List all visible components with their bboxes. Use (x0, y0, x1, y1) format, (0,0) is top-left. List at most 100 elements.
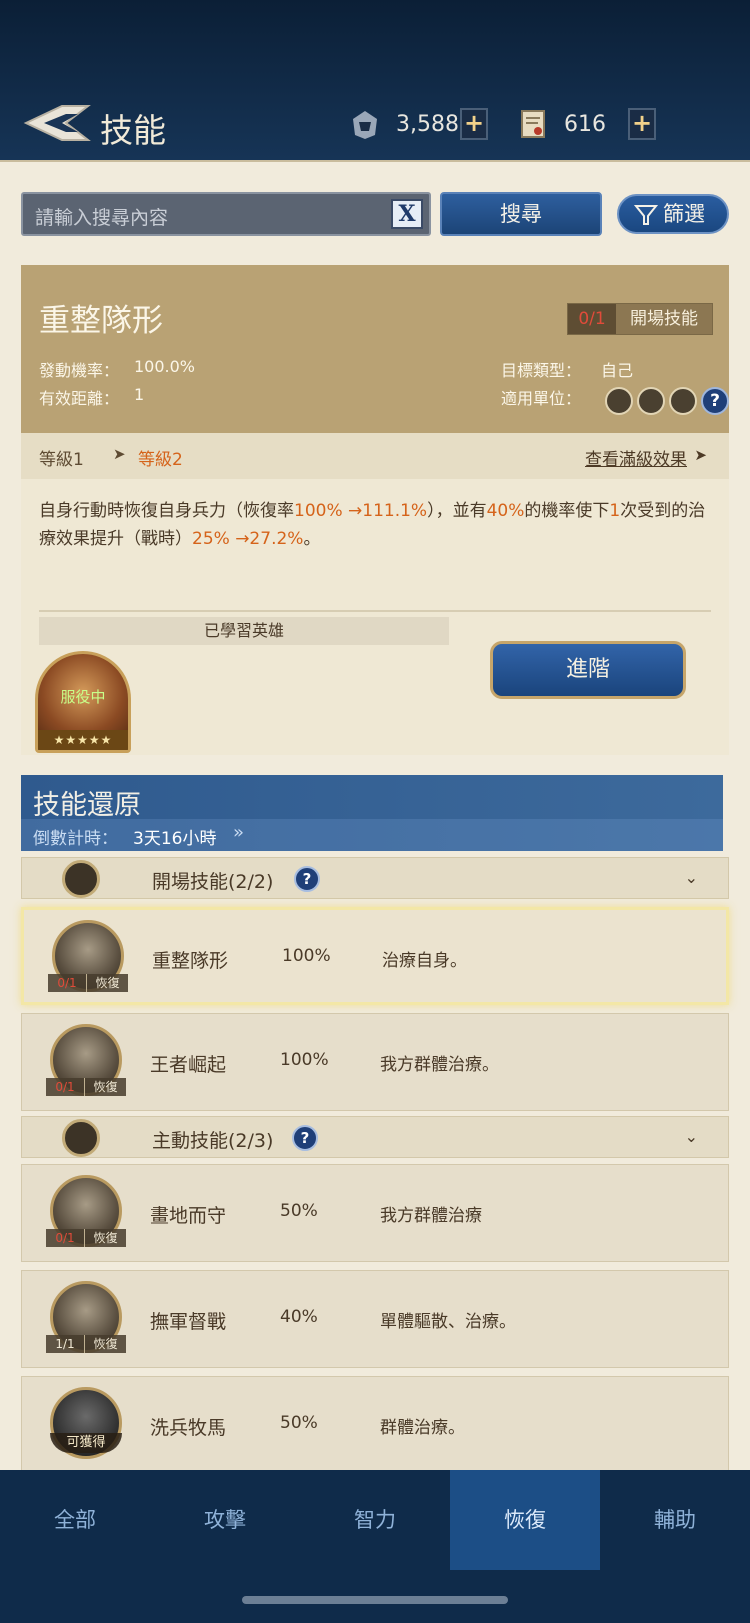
row-rate: 100% (280, 1050, 329, 1070)
level-current: 等級1 (39, 450, 84, 470)
row-type: 恢復 (84, 1078, 126, 1096)
advance-button[interactable]: 進階 (490, 641, 686, 699)
skill-badge: 0/1 恢復 (46, 1078, 126, 1096)
row-desc: 群體治療。 (380, 1418, 465, 1438)
search-button[interactable]: 搜尋 (440, 192, 602, 236)
top-bar: 技能 3,588 + 616 + (0, 0, 750, 160)
skill-row[interactable]: 1/1 恢復 撫軍督戰 40% 單體驅散、治療。 (21, 1270, 729, 1368)
learned-heroes-label: 已學習英雄 (39, 617, 449, 645)
row-count: 0/1 (55, 1080, 75, 1094)
skill-row[interactable]: 0/1 恢復 畫地而守 50% 我方群體治療 (21, 1164, 729, 1262)
hero-portrait[interactable]: 服役中 ★★★★★ (35, 651, 131, 753)
content-panel: 請輸入搜尋內容 X 搜尋 篩選 重整隊形 0/1 開場技能 發動機率： 100.… (0, 160, 750, 1470)
helmet-count: 3,588 (396, 111, 459, 137)
clear-search-button[interactable]: X (391, 199, 423, 229)
skill-row[interactable]: 0/1 恢復 重整隊形 100% 治療自身。 (21, 907, 729, 1005)
tab-recovery[interactable]: 恢復 (450, 1470, 600, 1570)
skill-row[interactable]: 可獲得 洗兵牧馬 50% 群體治療。 (21, 1376, 729, 1470)
row-name: 王者崛起 (150, 1054, 227, 1076)
search-placeholder: 請輸入搜尋內容 (35, 207, 169, 229)
chevron-down-icon[interactable]: ⌄ (685, 868, 698, 887)
helmet-icon (353, 111, 377, 139)
desc-text: 。 (303, 529, 321, 549)
row-desc: 我方群體治療 (380, 1206, 482, 1226)
countdown-label: 倒數計時： (33, 829, 118, 849)
row-rate: 50% (280, 1201, 318, 1221)
desc-highlight: 1 (609, 501, 621, 521)
row-count: 0/1 (57, 976, 77, 990)
activation-label: 發動機率： (39, 361, 120, 380)
flag-icon (62, 1119, 100, 1157)
row-desc: 單體驅散、治療。 (380, 1312, 516, 1332)
skill-restore-banner: 技能還原 倒數計時： 3天16小時 » (21, 775, 723, 851)
arrow-right-icon: ➤ (694, 446, 707, 464)
activation-value: 100.0% (134, 357, 196, 376)
help-icon[interactable]: ? (294, 866, 320, 892)
scroll-count: 616 (564, 111, 606, 137)
level-next: 等級2 (138, 450, 183, 470)
skill-row[interactable]: 0/1 恢復 王者崛起 100% 我方群體治療。 (21, 1013, 729, 1111)
tab-all[interactable]: 全部 (0, 1470, 150, 1570)
tab-support[interactable]: 輔助 (600, 1470, 750, 1570)
row-name: 洗兵牧馬 (150, 1417, 227, 1439)
skill-badge: 1/1 恢復 (46, 1335, 126, 1353)
units-label: 適用單位： (501, 389, 582, 408)
unit-icons: ? (605, 387, 729, 415)
row-count: 0/1 (55, 1231, 75, 1245)
cavalry-icon (669, 387, 697, 415)
group-title: 開場技能(2/2) (152, 871, 274, 893)
target-label: 目標類型： (501, 361, 582, 380)
group-header-active[interactable]: 主動技能(2/3) ? ⌄ (21, 1116, 729, 1158)
max-level-link[interactable]: 查看滿級效果 (585, 445, 687, 470)
group-title: 主動技能(2/3) (152, 1130, 274, 1152)
skill-header: 重整隊形 0/1 開場技能 發動機率： 100.0% 有效距離： 1 目標類型：… (21, 265, 729, 433)
skill-detail-card: 重整隊形 0/1 開場技能 發動機率： 100.0% 有效距離： 1 目標類型：… (21, 265, 729, 755)
scroll-icon (521, 110, 545, 138)
row-name: 撫軍督戰 (150, 1311, 227, 1333)
archer-icon (637, 387, 665, 415)
row-desc: 我方群體治療。 (380, 1055, 499, 1075)
hero-stars: ★★★★★ (38, 730, 128, 750)
skill-badge: 0/1 恢復 (46, 1229, 126, 1247)
restore-title: 技能還原 (33, 790, 141, 821)
row-type: 恢復 (86, 974, 128, 992)
add-helmet-button[interactable]: + (460, 108, 488, 140)
range-label: 有效距離： (39, 389, 120, 408)
chevron-down-icon[interactable]: ⌄ (685, 1127, 698, 1146)
hero-status: 服役中 (60, 688, 106, 706)
row-desc: 治療自身。 (382, 951, 467, 971)
desc-text: 自身行動時恢復自身兵力（恢復率 (39, 501, 294, 521)
row-rate: 100% (282, 946, 331, 966)
arrow-right-icon: ➤ (113, 445, 126, 463)
helmet-resource: 3,588 + (348, 106, 488, 142)
filter-label: 篩選 (663, 202, 705, 226)
double-arrow-icon[interactable]: » (233, 822, 244, 843)
row-count: 1/1 (55, 1337, 75, 1351)
row-type: 恢復 (84, 1335, 126, 1353)
group-header-opening[interactable]: 開場技能(2/2) ? ⌄ (21, 857, 729, 899)
search-input[interactable]: 請輸入搜尋內容 X (21, 192, 431, 236)
skill-badge: 0/1 恢復 (48, 974, 128, 992)
skill-type-tag: 0/1 開場技能 (567, 303, 713, 335)
desc-text: 的機率使下 (524, 501, 610, 521)
tab-attack[interactable]: 攻擊 (150, 1470, 300, 1570)
back-icon[interactable] (22, 100, 92, 146)
filter-button[interactable]: 篩選 (617, 194, 729, 234)
home-indicator[interactable] (242, 1596, 508, 1604)
desc-highlight: 40% (486, 501, 525, 521)
countdown-value: 3天16小時 (133, 829, 217, 849)
row-rate: 40% (280, 1307, 318, 1327)
filter-icon (633, 205, 659, 225)
help-icon[interactable]: ? (292, 1125, 318, 1151)
divider (39, 610, 711, 612)
page-title: 技能 (100, 111, 166, 150)
horn-icon (62, 860, 100, 898)
skill-count: 0/1 (568, 304, 616, 334)
add-scroll-button[interactable]: + (628, 108, 656, 140)
skill-name: 重整隊形 (39, 303, 163, 339)
level-row: 等級1 ➤ 等級2 查看滿級效果 ➤ (21, 433, 729, 479)
row-rate: 50% (280, 1413, 318, 1433)
tab-intelligence[interactable]: 智力 (300, 1470, 450, 1570)
help-icon[interactable]: ? (701, 387, 729, 415)
row-name: 重整隊形 (152, 950, 229, 972)
